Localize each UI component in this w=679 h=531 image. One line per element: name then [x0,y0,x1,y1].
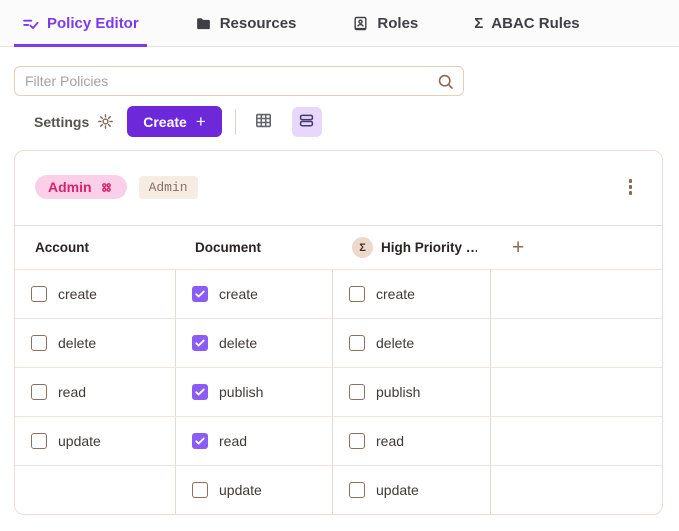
permission-label: delete [219,335,258,351]
policy-table-header: Account Document Σ High Priority … + [15,225,662,269]
table-cell [490,416,662,465]
gear-icon [97,113,114,130]
filter-policies-input[interactable] [14,66,464,96]
role-tag: Admin [138,175,198,199]
create-label: Create [143,113,187,130]
table-cell: delete [332,318,490,367]
permission-checkbox[interactable] [192,433,208,449]
permission-label: read [58,384,87,400]
table-cell: publish [175,367,332,416]
permission-checkbox[interactable] [31,335,47,351]
permission-checkbox[interactable] [349,384,365,400]
permission-label: delete [376,335,415,351]
role-pill[interactable]: Admin [35,175,127,199]
policy-card-header: Admin Admin [15,151,662,225]
permission-checkbox[interactable] [349,482,365,498]
permission-checkbox[interactable] [31,433,47,449]
tab-label: ABAC Rules [491,14,580,32]
table-cell: update [332,465,490,514]
dots-grid-icon [99,180,114,195]
policy-table-body: create create create delete delete delete read… [15,269,662,514]
policy-card: Admin Admin Account Document Σ High Prio… [14,150,663,515]
table-cell: create [332,269,490,318]
rows-view-toggle[interactable] [291,106,322,137]
contact-card-icon [352,15,369,32]
permission-label: update [219,482,262,498]
add-column-button[interactable]: + [512,237,524,258]
stacked-rows-icon [297,111,316,133]
tab-list: Policy Editor Resources Roles Σ ABAC Rul… [14,0,588,47]
column-header-high-priority: Σ High Priority … [332,226,490,269]
plus-icon: + [195,112,206,131]
toolbar-divider [234,108,236,135]
table-cell: read [175,416,332,465]
column-header-account: Account [35,240,89,255]
permission-label: update [58,433,101,449]
permission-checkbox[interactable] [192,482,208,498]
table-cell: read [15,367,175,416]
table-cell: delete [175,318,332,367]
tab-resources[interactable]: Resources [187,0,305,46]
permission-label: publish [219,384,264,400]
tab-abac-rules[interactable]: Σ ABAC Rules [466,0,587,46]
kebab-menu-icon[interactable] [625,175,637,199]
permission-label: create [219,286,258,302]
permission-label: read [376,433,405,449]
table-cell [15,465,175,514]
permission-label: update [376,482,419,498]
permission-checkbox[interactable] [192,384,208,400]
column-header-document: Document [195,240,262,255]
tab-policy-editor[interactable]: Policy Editor [14,0,147,47]
permission-checkbox[interactable] [192,286,208,302]
sigma-badge-icon: Σ [352,237,373,258]
top-tab-bar: Policy Editor Resources Roles Σ ABAC Rul… [0,0,679,47]
table-cell [490,367,662,416]
permission-checkbox[interactable] [349,286,365,302]
table-cell [490,318,662,367]
table-cell: update [15,416,175,465]
tab-label: Resources [219,14,297,32]
sigma-icon: Σ [474,14,484,32]
table-cell [490,269,662,318]
table-cell [490,465,662,514]
toolbar: Settings Create + [34,106,665,137]
table-cell: update [175,465,332,514]
settings-label: Settings [34,113,90,130]
table-cell: create [15,269,175,318]
folder-icon [195,15,212,32]
table-cell: publish [332,367,490,416]
filter-row [14,66,464,96]
search-icon [436,72,455,96]
table-cell: read [332,416,490,465]
table-cell: delete [15,318,175,367]
permission-label: read [219,433,248,449]
permission-label: publish [376,384,421,400]
column-header-add: + [490,226,662,269]
permission-checkbox[interactable] [349,335,365,351]
create-button[interactable]: Create + [127,106,222,137]
permission-checkbox[interactable] [192,335,208,351]
permission-label: delete [58,335,97,351]
checklist-icon [22,15,39,32]
tab-roles[interactable]: Roles [344,0,426,46]
table-cell: create [175,269,332,318]
permission-label: create [58,286,97,302]
role-pill-group: Admin Admin [35,175,198,199]
permission-checkbox[interactable] [31,286,47,302]
table-grid-icon [254,111,273,133]
permission-checkbox[interactable] [349,433,365,449]
settings-button[interactable]: Settings [34,113,114,130]
grid-view-toggle[interactable] [249,107,279,137]
role-pill-label: Admin [48,179,92,195]
tab-label: Policy Editor [47,14,139,32]
permission-label: create [376,286,415,302]
permission-checkbox[interactable] [31,384,47,400]
tab-label: Roles [377,14,419,32]
